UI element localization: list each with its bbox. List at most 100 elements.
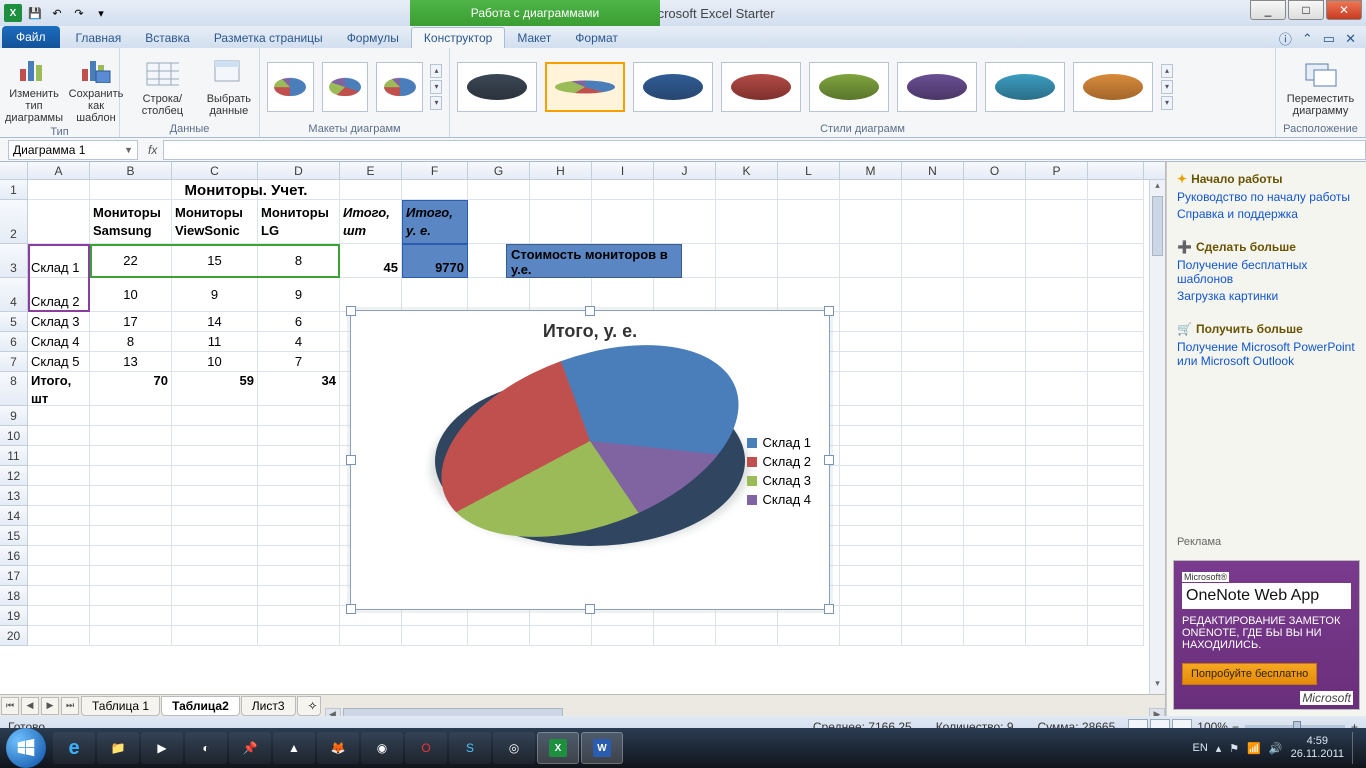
link-help[interactable]: Справка и поддержка xyxy=(1177,207,1356,221)
minimize-button[interactable]: _ xyxy=(1250,0,1286,20)
chart-style-3[interactable] xyxy=(633,62,713,112)
formula-input[interactable] xyxy=(163,140,1366,160)
row-header[interactable]: 3 xyxy=(0,244,28,278)
cell[interactable]: Склад 1 xyxy=(28,244,90,278)
tray-volume-icon[interactable]: 🔊 xyxy=(1269,742,1283,755)
tab-constructor[interactable]: Конструктор xyxy=(411,27,505,48)
row-header[interactable]: 7 xyxy=(0,352,28,372)
cell[interactable]: 9770 xyxy=(402,244,468,278)
resize-handle[interactable] xyxy=(346,306,356,316)
chart-layout-1[interactable] xyxy=(267,62,314,112)
qat-customize-icon[interactable]: ▾ xyxy=(92,4,110,22)
cell[interactable]: 15 xyxy=(172,244,258,278)
switch-row-column-button[interactable]: Строка/столбец xyxy=(126,55,199,119)
ad-card[interactable]: Microsoft® OneNote Web App РЕДАКТИРОВАНИ… xyxy=(1173,560,1360,710)
cell[interactable]: 17 xyxy=(90,312,172,332)
cell[interactable]: 14 xyxy=(172,312,258,332)
name-box[interactable]: Диаграмма 1▼ xyxy=(8,140,138,160)
chart-style-2[interactable] xyxy=(545,62,625,112)
undo-icon[interactable]: ↶ xyxy=(48,4,66,22)
window-restore-icon[interactable]: ▭ xyxy=(1323,31,1335,47)
chart-style-8[interactable] xyxy=(1073,62,1153,112)
col-header[interactable]: C xyxy=(172,162,258,179)
row-header[interactable]: 9 xyxy=(0,406,28,426)
chart-style-1[interactable] xyxy=(457,62,537,112)
col-header[interactable]: H xyxy=(530,162,592,179)
tab-insert[interactable]: Вставка xyxy=(133,28,202,48)
cell[interactable]: Склад 4 xyxy=(28,332,90,352)
row-header[interactable]: 17 xyxy=(0,566,28,586)
chart-style-6[interactable] xyxy=(897,62,977,112)
col-header[interactable]: P xyxy=(1026,162,1088,179)
col-header[interactable]: B xyxy=(90,162,172,179)
grid-body[interactable]: Мониторы. Учет. 1 2 Мониторы Samsung Мон… xyxy=(0,180,1165,646)
resize-handle[interactable] xyxy=(346,604,356,614)
tab-page-layout[interactable]: Разметка страницы xyxy=(202,28,335,48)
cell[interactable]: Склад 2 xyxy=(28,278,90,312)
tab-format[interactable]: Формат xyxy=(563,28,630,48)
col-header[interactable]: E xyxy=(340,162,402,179)
select-all-corner[interactable] xyxy=(0,162,28,179)
chart-style-4[interactable] xyxy=(721,62,801,112)
resize-handle[interactable] xyxy=(824,455,834,465)
cell[interactable]: 59 xyxy=(172,372,258,406)
resize-handle[interactable] xyxy=(824,306,834,316)
row-header[interactable]: 1 xyxy=(0,180,28,200)
tab-formulas[interactable]: Формулы xyxy=(335,28,411,48)
tab-file[interactable]: Файл xyxy=(2,26,60,48)
cell[interactable]: Склад 5 xyxy=(28,352,90,372)
layouts-scroll-down[interactable]: ▾ xyxy=(430,80,442,94)
col-header[interactable]: J xyxy=(654,162,716,179)
close-button[interactable]: ✕ xyxy=(1326,0,1362,20)
cell[interactable]: 11 xyxy=(172,332,258,352)
chart-plot-area[interactable] xyxy=(425,352,755,562)
taskbar-app2-icon[interactable]: ◎ xyxy=(493,732,535,764)
tab-chart-layout[interactable]: Макет xyxy=(505,28,563,48)
ad-try-button[interactable]: Попробуйте бесплатно xyxy=(1182,663,1317,685)
cell[interactable]: Итого, шт xyxy=(28,372,90,406)
fx-label[interactable]: fx xyxy=(148,143,157,157)
taskbar-pin-icon[interactable]: 📌 xyxy=(229,732,271,764)
tab-home[interactable]: Главная xyxy=(64,28,134,48)
row-header[interactable]: 10 xyxy=(0,426,28,446)
help-icon[interactable]: ⓘ xyxy=(1279,29,1292,48)
chart-style-7[interactable] xyxy=(985,62,1065,112)
chart-legend[interactable]: Склад 1 Склад 2 Склад 3 Склад 4 xyxy=(747,431,811,511)
tray-flag-icon[interactable]: ⚑ xyxy=(1229,742,1239,755)
col-header[interactable]: M xyxy=(840,162,902,179)
maximize-button[interactable]: □ xyxy=(1288,0,1324,20)
sheet-tab[interactable]: Лист3 xyxy=(241,696,296,716)
chart-layout-3[interactable] xyxy=(376,62,423,112)
col-header[interactable]: F xyxy=(402,162,468,179)
taskbar-app-icon[interactable]: ◐ xyxy=(185,732,227,764)
sheet-nav-first[interactable]: ⏮ xyxy=(1,697,19,715)
taskbar-skype-icon[interactable]: S xyxy=(449,732,491,764)
row-header[interactable]: 6 xyxy=(0,332,28,352)
chart-layout-2[interactable] xyxy=(322,62,369,112)
cell[interactable]: 8 xyxy=(90,332,172,352)
row-header[interactable]: 11 xyxy=(0,446,28,466)
new-sheet-button[interactable]: ✧ xyxy=(297,696,321,716)
resize-handle[interactable] xyxy=(585,306,595,316)
embedded-pie-chart[interactable]: Итого, у. е. Склад 1 Склад 2 Склад 3 Скл… xyxy=(350,310,830,610)
row-header[interactable]: 15 xyxy=(0,526,28,546)
row-header[interactable]: 12 xyxy=(0,466,28,486)
row-header[interactable]: 2 xyxy=(0,200,28,244)
save-as-template-button[interactable]: Сохранить как шаблон xyxy=(68,50,124,126)
taskbar-explorer-icon[interactable]: 📁 xyxy=(97,732,139,764)
col-header[interactable] xyxy=(1088,162,1144,179)
taskbar-vlc-icon[interactable]: ▲ xyxy=(273,732,315,764)
cell[interactable]: Мониторы ViewSonic xyxy=(172,200,258,244)
taskbar-word-icon[interactable]: W xyxy=(581,732,623,764)
cell[interactable]: 45 xyxy=(340,244,402,278)
redo-icon[interactable]: ↷ xyxy=(70,4,88,22)
layouts-more[interactable]: ▾ xyxy=(430,96,442,110)
show-desktop-button[interactable] xyxy=(1352,732,1360,764)
cell[interactable]: 9 xyxy=(258,278,340,312)
cell[interactable]: Склад 3 xyxy=(28,312,90,332)
chart-style-5[interactable] xyxy=(809,62,889,112)
row-header[interactable]: 13 xyxy=(0,486,28,506)
scrollbar-thumb[interactable] xyxy=(1152,196,1163,256)
tray-show-hidden-icon[interactable]: ▴ xyxy=(1216,742,1222,755)
window-close-icon[interactable]: ✕ xyxy=(1345,31,1356,47)
